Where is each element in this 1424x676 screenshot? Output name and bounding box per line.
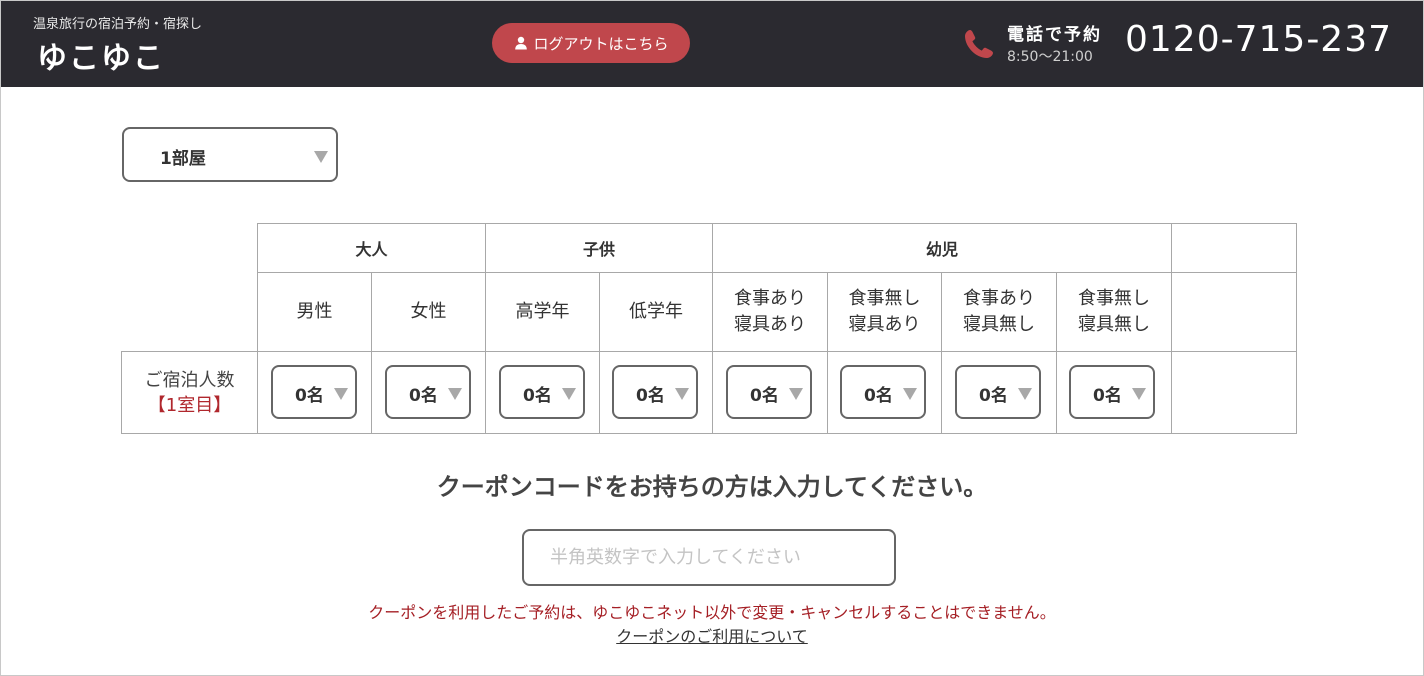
person-icon [513, 35, 529, 51]
chevron-down-icon [1018, 388, 1032, 400]
count-value: 0名 [750, 386, 779, 406]
count-value: 0名 [1093, 386, 1122, 406]
group-header-child: 子供 [582, 240, 615, 259]
chevron-down-icon [789, 388, 803, 400]
row-label-text: ご宿泊人数 [144, 369, 235, 391]
coupon-warning-note: クーポンを利用したご予約は、ゆこゆこネット以外で変更・キャンセルすることはできま… [368, 603, 1056, 622]
row-label-room: 【1室目】 [147, 394, 232, 416]
site-header: 温泉旅行の宿泊予約・宿探し ゆこゆこ ログアウトはこちら 電話で予約 8:50～… [1, 1, 1423, 87]
count-select-male[interactable]: 0名 [271, 365, 357, 419]
chevron-down-icon [334, 388, 348, 400]
count-value: 0名 [864, 386, 893, 406]
column-header-upper-grade: 高学年 [515, 301, 570, 322]
phone-number[interactable]: 0120-715-237 [1125, 19, 1392, 60]
count-select-nomeal-nobedding[interactable]: 0名 [1069, 365, 1155, 419]
table-border [121, 351, 1297, 352]
chevron-down-icon [448, 388, 462, 400]
chevron-down-icon [314, 151, 328, 163]
column-header-male: 男性 [296, 301, 333, 322]
column-header-female: 女性 [410, 301, 447, 322]
count-select-nomeal-bedding[interactable]: 0名 [840, 365, 926, 419]
table-border [1296, 223, 1297, 434]
page: 温泉旅行の宿泊予約・宿探し ゆこゆこ ログアウトはこちら 電話で予約 8:50～… [0, 0, 1424, 676]
coupon-code-input[interactable] [522, 529, 896, 586]
phone-icon [962, 27, 996, 61]
phone-hours: 8:50～21:00 [1007, 49, 1093, 65]
logout-button[interactable]: ログアウトはこちら [492, 23, 690, 63]
row-label-guests: ご宿泊人数 【1室目】 [122, 352, 257, 433]
count-select-meal-bedding[interactable]: 0名 [726, 365, 812, 419]
count-value: 0名 [409, 386, 438, 406]
column-header-meal-nobedding: 食事あり 寝具無し [963, 288, 1035, 335]
column-header-meal-bedding: 食事あり 寝具あり [734, 288, 806, 335]
count-value: 0名 [295, 386, 324, 406]
count-select-upper-grade[interactable]: 0名 [499, 365, 585, 419]
chevron-down-icon [562, 388, 576, 400]
chevron-down-icon [903, 388, 917, 400]
table-border [1171, 223, 1172, 434]
coupon-title: クーポンコードをお持ちの方は入力してください。 [436, 473, 988, 501]
logout-button-label: ログアウトはこちら [533, 34, 669, 53]
count-select-lower-grade[interactable]: 0名 [612, 365, 698, 419]
column-header-lower-grade: 低学年 [629, 301, 683, 322]
coupon-usage-link[interactable]: クーポンのご利用について [616, 627, 808, 646]
phone-label: 電話で予約 [1007, 25, 1102, 45]
count-select-meal-nobedding[interactable]: 0名 [955, 365, 1041, 419]
group-header-infant: 幼児 [925, 240, 958, 259]
count-value: 0名 [523, 386, 552, 406]
site-tagline: 温泉旅行の宿泊予約・宿探し [33, 17, 203, 32]
chevron-down-icon [1132, 388, 1146, 400]
count-value: 0名 [636, 386, 665, 406]
table-border [121, 433, 1297, 434]
room-count-value: 1部屋 [160, 149, 206, 169]
count-select-female[interactable]: 0名 [385, 365, 471, 419]
count-value: 0名 [979, 386, 1008, 406]
room-count-select[interactable]: 1部屋 [122, 127, 338, 182]
coupon-link-row: クーポンのご利用について [1, 623, 1423, 647]
column-header-nomeal-nobedding: 食事無し 寝具無し [1078, 288, 1150, 335]
chevron-down-icon [675, 388, 689, 400]
site-logo[interactable]: ゆこゆこ [37, 33, 165, 77]
group-header-adult: 大人 [355, 240, 388, 259]
column-header-nomeal-bedding: 食事無し 寝具あり [848, 288, 921, 335]
